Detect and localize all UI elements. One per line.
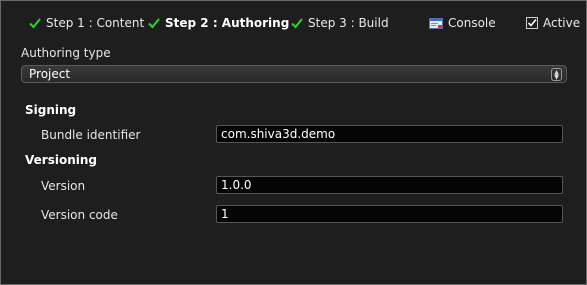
check-icon	[29, 18, 41, 29]
version-field[interactable]: 1.0.0	[216, 176, 563, 194]
tab-step-1-content[interactable]: Step 1 : Content	[29, 14, 144, 32]
authoring-type-value: Project	[29, 67, 71, 81]
bundle-identifier-label: Bundle identifier	[41, 128, 141, 142]
tab-step-2-authoring[interactable]: Step 2 : Authoring	[148, 14, 289, 32]
console-label: Console	[448, 16, 496, 30]
tab-step-3-build[interactable]: Step 3 : Build	[291, 14, 389, 32]
active-checkbox[interactable]: Active	[526, 14, 580, 32]
tab-label: Step 3 : Build	[308, 16, 389, 30]
bundle-identifier-field[interactable]: com.shiva3d.demo	[216, 125, 563, 143]
authoring-type-select[interactable]: Project ▲ ▼	[21, 65, 567, 83]
step-toolbar: Step 1 : Content Step 2 : Authoring Step…	[1, 1, 586, 41]
tab-label: Step 1 : Content	[46, 16, 145, 30]
version-code-label: Version code	[41, 208, 118, 222]
versioning-heading: Versioning	[25, 153, 97, 167]
console-icon	[429, 17, 443, 29]
version-label: Version	[41, 179, 86, 193]
authoring-panel: Step 1 : Content Step 2 : Authoring Step…	[0, 0, 587, 285]
check-icon	[291, 18, 303, 29]
chevron-up-down-icon: ▲ ▼	[551, 68, 562, 81]
version-code-field[interactable]: 1	[216, 205, 563, 223]
signing-heading: Signing	[25, 103, 77, 117]
console-button[interactable]: Console	[429, 14, 496, 32]
authoring-type-label: Authoring type	[21, 46, 111, 60]
check-icon	[148, 18, 160, 29]
tab-label: Step 2 : Authoring	[165, 16, 290, 30]
checkbox-checked-icon	[526, 17, 538, 29]
active-label: Active	[543, 16, 581, 30]
